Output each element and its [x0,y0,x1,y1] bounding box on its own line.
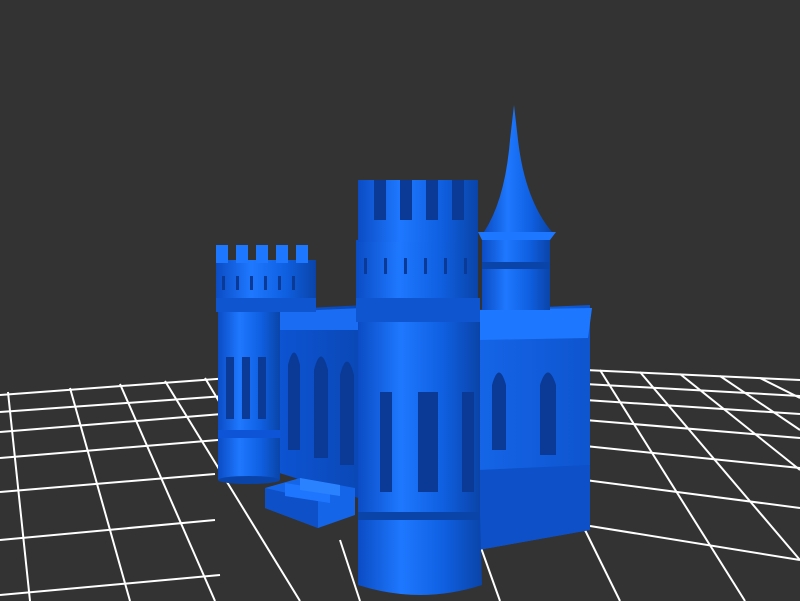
back-wall [270,305,365,500]
3d-viewport[interactable] [0,0,800,601]
center-tower [356,180,482,595]
right-wall [478,305,592,550]
